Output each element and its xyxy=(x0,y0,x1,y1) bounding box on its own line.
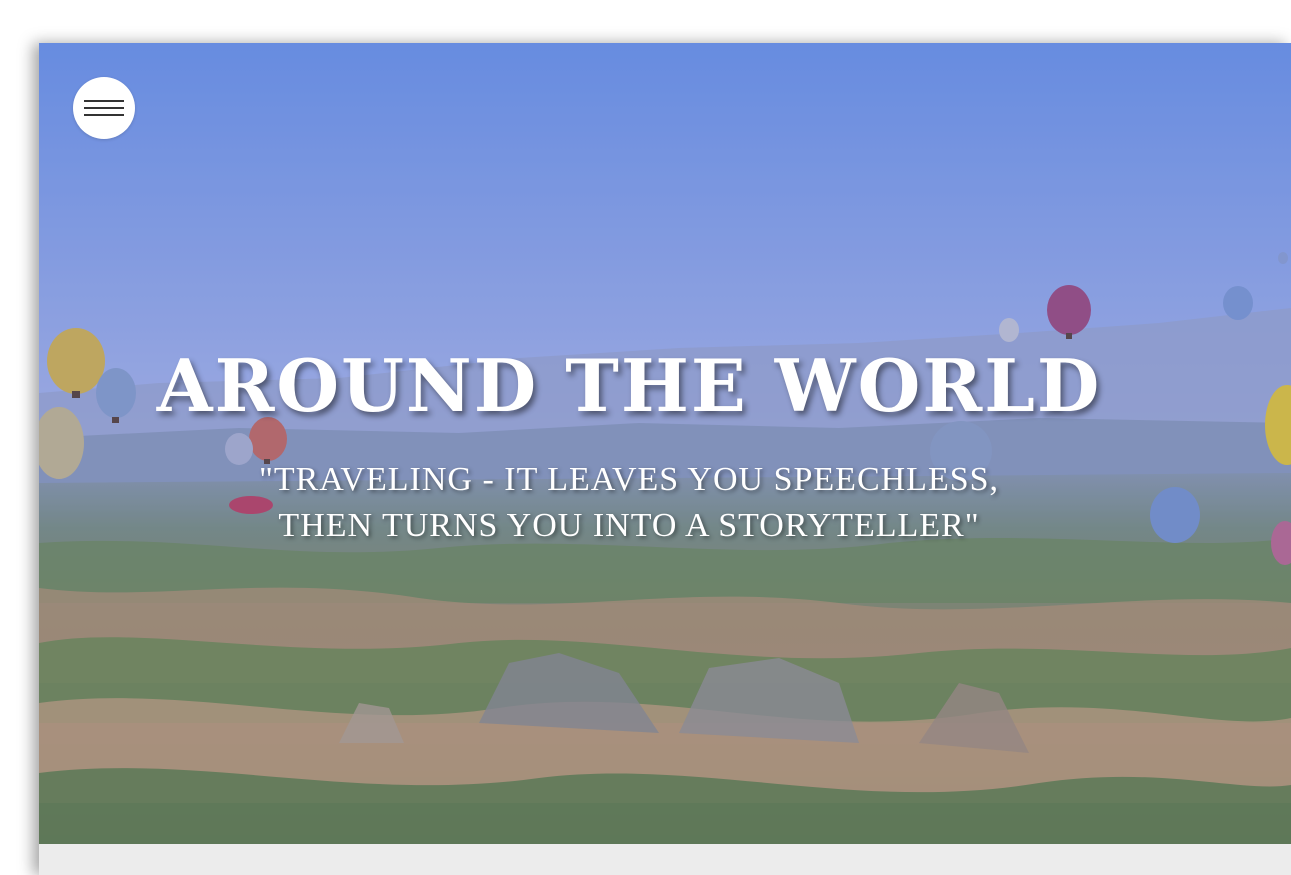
hamburger-menu-icon-bar xyxy=(84,114,124,116)
menu-button[interactable] xyxy=(73,77,135,139)
hero-quote-line-2: THEN TURNS YOU INTO A STORYTELLER" xyxy=(278,507,980,544)
hero-quote-line-1: "TRAVELING - IT LEAVES YOU SPEECHLESS, xyxy=(258,461,1000,498)
hamburger-menu-icon-bar xyxy=(84,107,124,109)
hero-title: AROUND THE WORLD xyxy=(156,343,1102,428)
hero-section: AROUND THE WORLD "TRAVELING - IT LEAVES … xyxy=(39,43,1291,844)
page-frame: AROUND THE WORLD "TRAVELING - IT LEAVES … xyxy=(39,43,1291,875)
hamburger-menu-icon xyxy=(84,100,124,102)
hero-color-overlay xyxy=(39,43,1291,844)
hero-quote: "TRAVELING - IT LEAVES YOU SPEECHLESS, T… xyxy=(199,457,1059,549)
